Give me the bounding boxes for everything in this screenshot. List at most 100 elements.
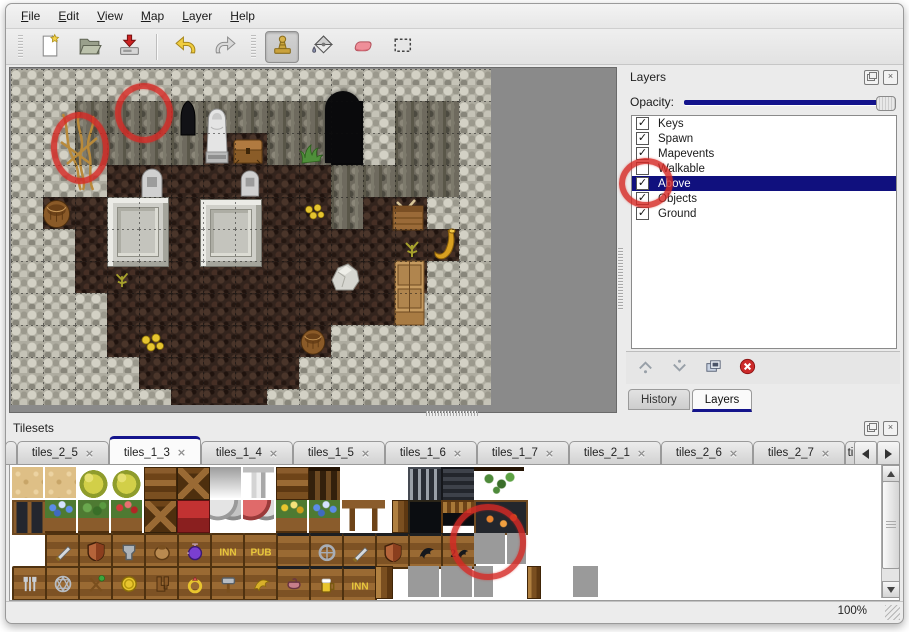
layer-checkbox[interactable]: ✓	[636, 207, 649, 220]
tile-windark[interactable]	[408, 500, 443, 535]
tileset-tab-tiles_2_1[interactable]: tiles_2_1×	[569, 441, 661, 465]
vertical-splitter-grip[interactable]	[618, 248, 623, 310]
tile-sand[interactable]	[45, 467, 76, 498]
tile-hang-shield[interactable]	[375, 533, 410, 569]
tile-pillar[interactable]	[375, 566, 393, 599]
layer-checkbox[interactable]: ✓	[636, 177, 649, 190]
tile-sand[interactable]	[12, 467, 43, 498]
tile-sign-hammer[interactable]	[210, 566, 245, 601]
tabs-scroll-right-button[interactable]	[877, 441, 900, 466]
tile-winorange[interactable]	[474, 500, 528, 535]
close-tab-icon[interactable]: ×	[729, 448, 738, 459]
menu-view[interactable]: View	[88, 6, 132, 26]
tileset-palette[interactable]: INNPUB2INN	[9, 464, 900, 601]
tile-sign-armor[interactable]	[111, 533, 146, 568]
save-file-button[interactable]	[112, 31, 146, 63]
duplicate-layer-button[interactable]	[700, 356, 726, 380]
close-tab-icon[interactable]: ×	[821, 448, 830, 459]
layer-checkbox[interactable]: ✓	[636, 117, 649, 130]
menu-help[interactable]: Help	[221, 6, 264, 26]
tile-gray[interactable]	[474, 533, 505, 564]
close-tab-icon[interactable]: ×	[453, 448, 462, 459]
tile-hang-beer[interactable]	[309, 566, 344, 601]
tile-sign-pot[interactable]	[144, 533, 179, 568]
layer-row-ground[interactable]: ✓Ground	[632, 206, 896, 221]
tile-gray[interactable]	[441, 566, 472, 597]
tile-shade[interactable]	[210, 467, 241, 498]
float-panel-icon[interactable]	[864, 421, 879, 436]
tile-sign-staffs[interactable]	[78, 566, 113, 601]
menu-map[interactable]: Map	[132, 6, 173, 26]
delete-layer-button[interactable]	[734, 356, 760, 380]
tile-sign-coin[interactable]	[111, 566, 146, 601]
tile-pillar[interactable]	[392, 500, 410, 533]
tile-fencex[interactable]	[177, 467, 210, 500]
tile-sign-pub[interactable]: PUB	[243, 533, 278, 568]
layer-checkbox[interactable]	[636, 162, 649, 175]
lower-layer-button[interactable]	[666, 356, 692, 380]
layer-row-objects[interactable]: ✓Objects	[632, 191, 896, 206]
tab-history[interactable]: History	[628, 389, 690, 410]
tile-planthang[interactable]	[474, 467, 524, 502]
map-view[interactable]	[9, 67, 617, 413]
menu-file[interactable]: File	[12, 6, 49, 26]
tile-awngray[interactable]	[210, 500, 241, 531]
tile-hang-inn[interactable]: INN	[342, 566, 377, 601]
tileset-tab-partial-left[interactable]	[5, 441, 17, 465]
layer-checkbox[interactable]: ✓	[636, 147, 649, 160]
eraser-tool-button[interactable]	[345, 31, 379, 63]
tile-beams[interactable]	[144, 467, 177, 500]
tile-gray[interactable]	[474, 566, 493, 597]
tileset-tab-tiles_1_5[interactable]: tiles_1_5×	[293, 441, 385, 465]
tile-winbars[interactable]	[408, 467, 443, 502]
tile-fboxgreen[interactable]	[78, 500, 109, 533]
close-tab-icon[interactable]: ×	[177, 447, 186, 458]
stamp-tool-button[interactable]	[265, 31, 299, 63]
tile-balcony[interactable]	[309, 467, 340, 502]
horizontal-splitter-grip[interactable]	[426, 411, 478, 416]
tile-sign-dragon[interactable]	[243, 566, 278, 601]
toolbar-grip[interactable]	[18, 35, 23, 59]
tile-sign-boots[interactable]	[144, 566, 179, 601]
resize-grip[interactable]	[885, 605, 900, 620]
scroll-down-icon[interactable]	[882, 581, 900, 598]
tab-layers[interactable]: Layers	[692, 389, 753, 412]
layer-checkbox[interactable]: ✓	[636, 132, 649, 145]
close-tab-icon[interactable]: ×	[361, 448, 370, 459]
opacity-slider[interactable]	[682, 95, 896, 109]
tile-fboxblue[interactable]	[309, 500, 340, 533]
tileset-tab-tiles_1_6[interactable]: tiles_1_6×	[385, 441, 477, 465]
layer-row-keys[interactable]: ✓Keys	[632, 116, 896, 131]
tile-sign-shield[interactable]	[78, 533, 113, 568]
tile-winawn[interactable]	[441, 500, 476, 535]
tile-tablelegs[interactable]	[342, 500, 385, 531]
tile-sign-potion[interactable]	[177, 533, 212, 568]
tile-winshut[interactable]	[441, 467, 476, 502]
tile-bush[interactable]	[78, 467, 109, 498]
layer-list[interactable]: ✓Keys✓Spawn✓MapeventsWalkable✓Above✓Obje…	[631, 115, 897, 349]
tile-awnred[interactable]	[243, 500, 274, 531]
tile-sign-ring[interactable]	[177, 566, 212, 601]
select-tool-button[interactable]	[385, 31, 419, 63]
tileset-tab-tiles_1_7[interactable]: tiles_1_7×	[477, 441, 569, 465]
tile-pillar[interactable]	[527, 566, 541, 599]
map-canvas[interactable]	[11, 69, 491, 405]
tile-fencex[interactable]	[144, 500, 177, 533]
tile-sign-inn[interactable]: INN	[210, 533, 245, 568]
opacity-slider-handle[interactable]	[876, 96, 896, 111]
open-file-button[interactable]	[72, 31, 106, 63]
layer-row-walkable[interactable]: Walkable	[632, 161, 896, 176]
redo-button[interactable]	[208, 31, 242, 63]
opacity-slider-track[interactable]	[684, 100, 894, 105]
scroll-up-icon[interactable]	[882, 465, 900, 482]
tileset-tab-tiles_2_5[interactable]: tiles_2_5×	[17, 441, 109, 465]
tile-gray[interactable]	[408, 566, 439, 597]
tile-hang-dragon2[interactable]: 2	[441, 533, 476, 569]
close-tab-icon[interactable]: ×	[545, 448, 554, 459]
tile-hang-dragon[interactable]	[408, 533, 443, 569]
layer-checkbox[interactable]: ✓	[636, 192, 649, 205]
layer-row-spawn[interactable]: ✓Spawn	[632, 131, 896, 146]
tile-column[interactable]	[243, 467, 274, 498]
fill-tool-button[interactable]	[305, 31, 339, 63]
tile-bush[interactable]	[111, 467, 142, 498]
